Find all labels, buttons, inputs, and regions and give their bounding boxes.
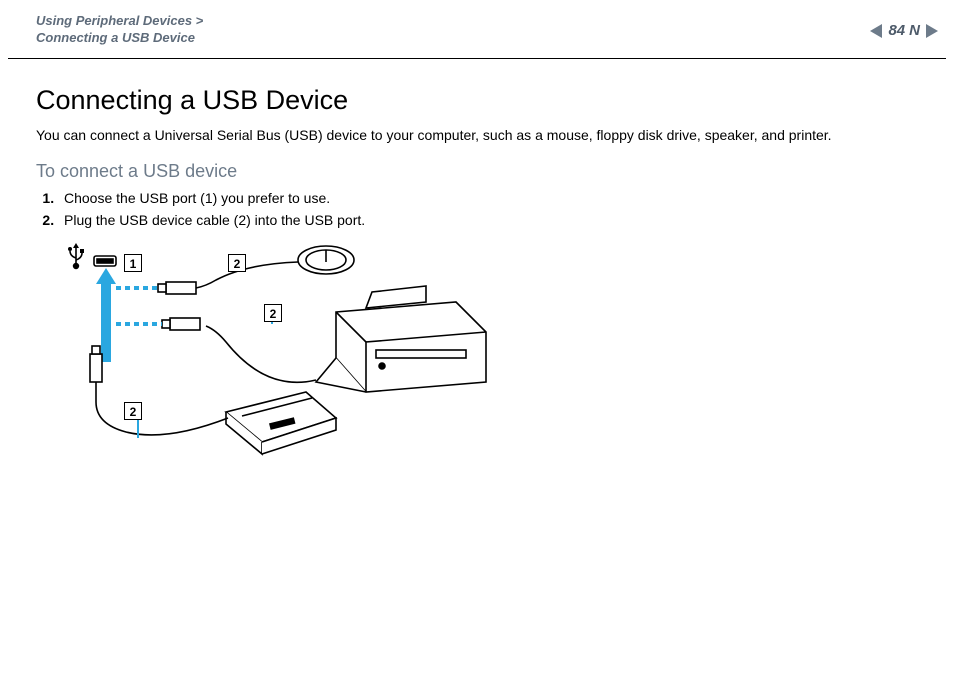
mouse-icon [298,246,354,274]
usb-diagram: 1 2 2 2 [66,242,526,482]
procedure-heading: To connect a USB device [36,161,918,182]
usb-plug-icon [158,282,196,294]
callout-printer-cable: 2 [264,304,282,322]
procedure-steps: Choose the USB port (1) you prefer to us… [36,190,918,228]
page-content: Connecting a USB Device You can connect … [0,59,954,482]
callout-floppy-cable: 2 [124,402,142,420]
intro-paragraph: You can connect a Universal Serial Bus (… [36,126,918,145]
breadcrumb-line2: Connecting a USB Device [36,30,195,45]
page-number: 84 [888,22,905,39]
callout-port: 1 [124,254,142,272]
next-page-icon[interactable] [926,24,938,38]
manual-page: Using Peripheral Devices > Connecting a … [0,0,954,674]
mouse-cable [196,262,298,288]
usb-plug-icon [162,318,200,330]
page-header: Using Peripheral Devices > Connecting a … [8,0,946,59]
diagram-svg [66,242,526,482]
page-controls: 84 N [870,22,938,39]
page-n-mark: N [909,22,920,39]
breadcrumb: Using Peripheral Devices > Connecting a … [36,12,203,46]
breadcrumb-line1: Using Peripheral Devices > [36,13,203,28]
prev-page-icon[interactable] [870,24,882,38]
printer-cable [206,326,316,382]
step-item: Plug the USB device cable (2) into the U… [58,212,918,228]
step-item: Choose the USB port (1) you prefer to us… [58,190,918,206]
page-title: Connecting a USB Device [36,85,918,116]
printer-icon [316,286,486,392]
floppy-drive-icon [226,392,336,454]
callout-mouse-cable: 2 [228,254,246,272]
floppy-cable [96,382,228,435]
usb-plug-icon [90,346,102,382]
usb-port-icon [94,256,116,266]
